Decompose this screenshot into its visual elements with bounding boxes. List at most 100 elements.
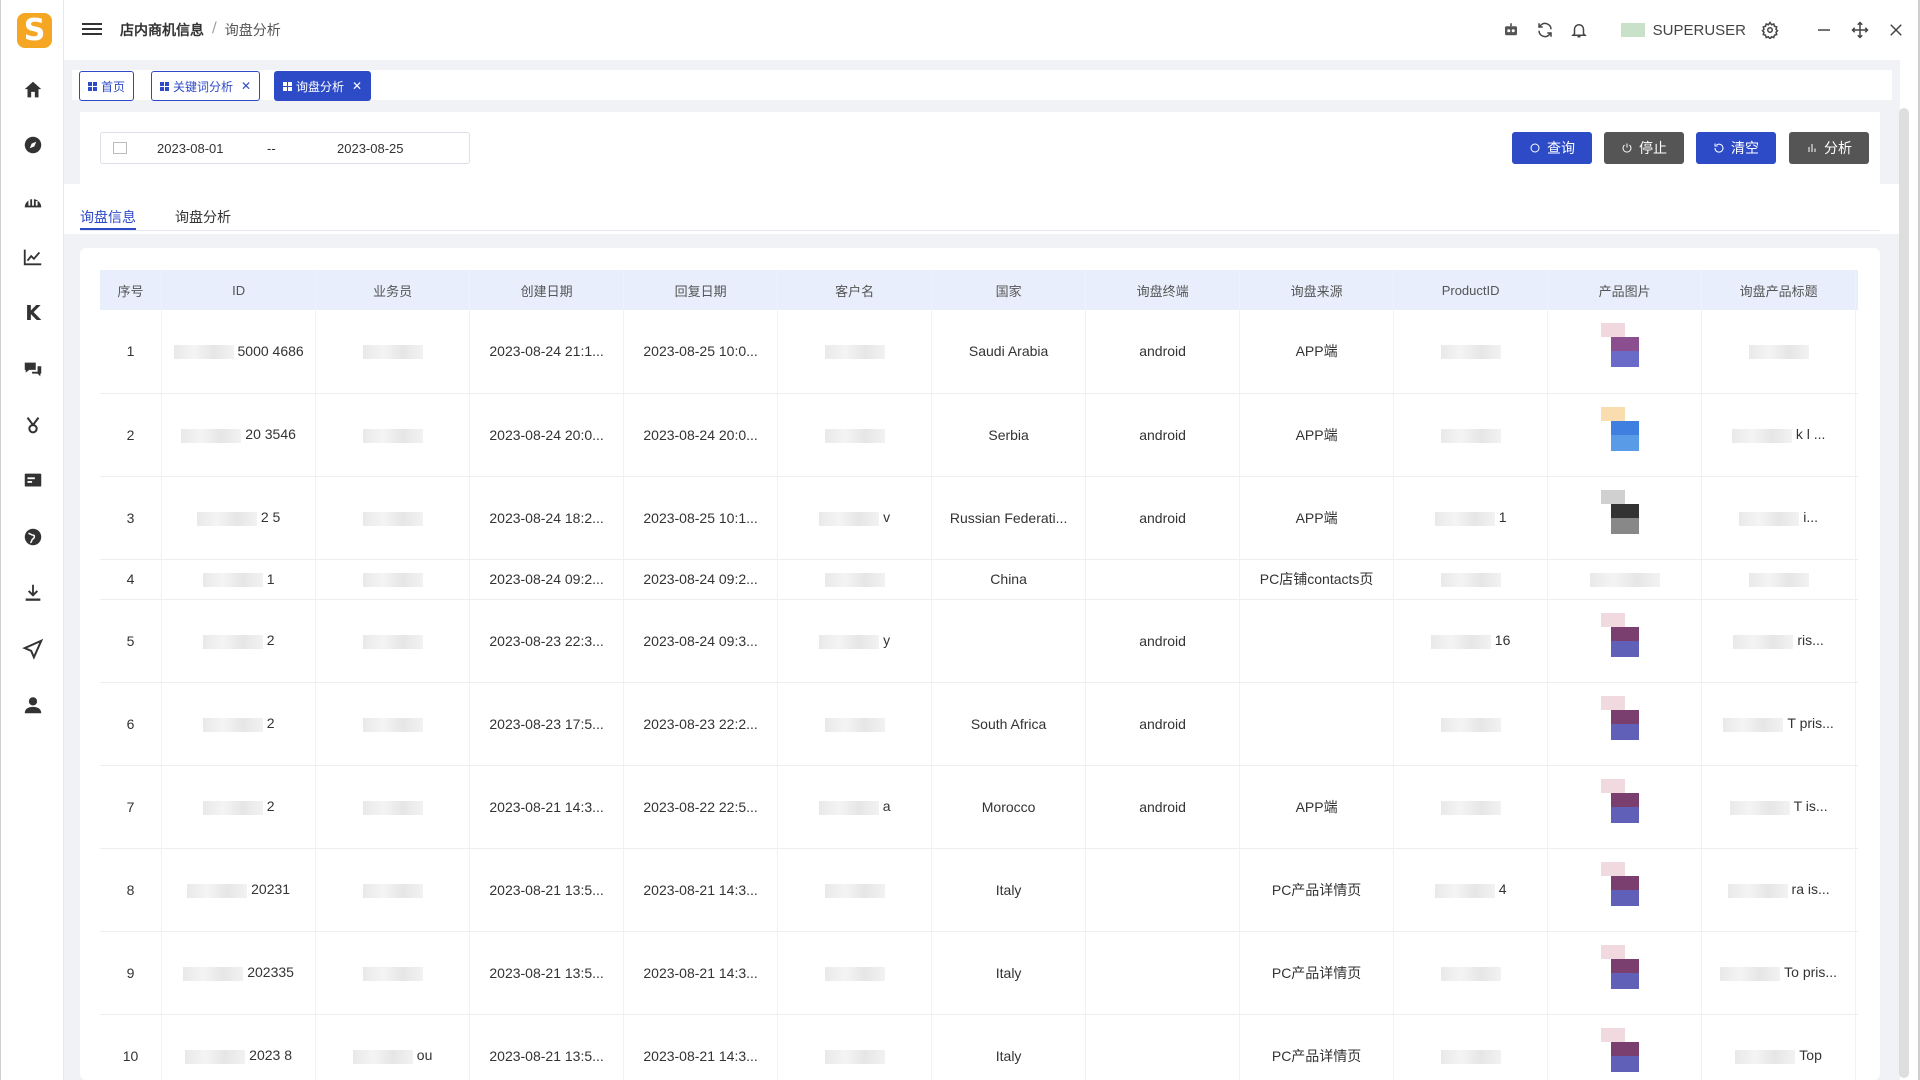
column-header[interactable]: 产品图片: [1547, 270, 1703, 310]
column-header[interactable]: 询盘产品标题: [1701, 270, 1857, 310]
column-header[interactable]: 业务员: [315, 270, 471, 310]
column-header[interactable]: 国家: [931, 270, 1087, 310]
table-cell: android: [1085, 476, 1241, 560]
page-tab-inquiry-analysis[interactable]: 询盘分析 ✕: [274, 71, 372, 101]
cell-text: 2023-08-21 14:3...: [643, 881, 758, 898]
user-icon[interactable]: [19, 691, 47, 719]
redacted-text: [1723, 717, 1784, 732]
redacted-text: [1733, 634, 1794, 649]
date-end[interactable]: 2023-08-25: [337, 141, 404, 156]
product-thumbnail[interactable]: [1600, 1027, 1649, 1080]
table-cell: 2023-08-24 18:2...: [469, 476, 625, 560]
table-row[interactable]: 5 2 2023-08-23 22:3... 2023-08-24 09:3... y a…: [100, 599, 1858, 683]
globe-icon[interactable]: [19, 523, 47, 551]
minimize-icon[interactable]: [1814, 20, 1834, 40]
send-icon[interactable]: [19, 635, 47, 663]
query-button[interactable]: 查询: [1512, 132, 1592, 164]
cell-text: 20 3546: [245, 426, 296, 443]
table-row[interactable]: 1 5000 4686 2023-08-24 21:1... 2023-08-25 1…: [100, 310, 1858, 394]
column-header[interactable]: ProductID: [1393, 270, 1549, 310]
close-icon[interactable]: ✕: [241, 79, 251, 93]
menu-toggle-icon[interactable]: [82, 20, 102, 40]
download-icon[interactable]: [19, 579, 47, 607]
tab-inquiry-info[interactable]: 询盘信息: [80, 207, 136, 227]
product-thumbnail[interactable]: [1600, 489, 1649, 546]
chat-icon[interactable]: [19, 355, 47, 383]
cell-text: PC产品详情页: [1271, 881, 1362, 898]
robot-icon[interactable]: [1501, 20, 1521, 40]
table-cell: 10: [100, 1014, 163, 1080]
gear-icon[interactable]: [1760, 20, 1780, 40]
scissors-icon[interactable]: [19, 411, 47, 439]
table-cell: 4: [100, 559, 163, 600]
column-header[interactable]: 询: [1855, 270, 1858, 310]
column-header[interactable]: 回复日期: [623, 270, 779, 310]
table-row[interactable]: 3 2 5 2023-08-24 18:2... 2023-08-25 10:1...…: [100, 476, 1858, 560]
page-tab-keyword-analysis[interactable]: 关键词分析 ✕: [151, 71, 261, 101]
table-row[interactable]: 6 2 2023-08-23 17:5... 2023-08-23 22:2... So…: [100, 682, 1858, 766]
date-range-picker[interactable]: 2023-08-01 -- 2023-08-25: [100, 132, 470, 164]
product-thumbnail[interactable]: [1600, 944, 1649, 1001]
table-row[interactable]: 2 20 3546 2023-08-24 20:0... 2023-08-24 20:…: [100, 393, 1858, 477]
table-cell: i...: [1701, 476, 1857, 560]
tab-inquiry-analysis[interactable]: 询盘分析: [175, 207, 231, 227]
active-tab-indicator: [80, 228, 136, 230]
chart-line-icon[interactable]: [19, 243, 47, 271]
keyword-icon[interactable]: K: [19, 299, 47, 327]
close-icon[interactable]: ✕: [352, 79, 362, 93]
analyze-button[interactable]: 分析: [1789, 132, 1869, 164]
breadcrumb-item[interactable]: 店内商机信息: [120, 20, 204, 40]
table-cell: T is...: [1701, 765, 1857, 849]
message-box-icon[interactable]: [19, 467, 47, 495]
table-row[interactable]: 4 1 2023-08-24 09:2... 2023-08-24 09:2... Ch…: [100, 559, 1858, 600]
calendar-icon: [113, 142, 127, 154]
page-tab-home[interactable]: 首页: [79, 71, 135, 101]
cell-text: 2023-08-23 22:3...: [489, 632, 604, 649]
page-tab-label: 询盘分析: [296, 79, 345, 94]
product-thumbnail[interactable]: [1600, 778, 1649, 835]
table-cell: [1547, 599, 1703, 683]
close-icon[interactable]: [1886, 20, 1906, 40]
redacted-text: [818, 800, 879, 815]
product-thumbnail[interactable]: [1600, 695, 1649, 752]
bell-icon[interactable]: [1569, 20, 1589, 40]
column-header[interactable]: 序号: [100, 270, 163, 310]
table-cell: [1085, 1014, 1241, 1080]
redacted-text: [173, 345, 234, 360]
column-header[interactable]: 询盘来源: [1239, 270, 1395, 310]
refresh-icon[interactable]: [1535, 20, 1555, 40]
dashboard-icon[interactable]: [19, 187, 47, 215]
column-header[interactable]: ID: [161, 270, 317, 310]
vertical-scrollbar[interactable]: [1899, 108, 1909, 1078]
column-header[interactable]: 创建日期: [469, 270, 625, 310]
cell-text: 7: [126, 798, 135, 815]
move-icon[interactable]: [1850, 20, 1870, 40]
clear-button[interactable]: 清空: [1696, 132, 1776, 164]
cell-text: 2023-08-24 21:1...: [489, 343, 604, 360]
cell-text: T is...: [1793, 798, 1828, 815]
table-row[interactable]: 8 20231 2023-08-21 13:5... 2023-08-21 14:3.…: [100, 848, 1858, 932]
redacted-text: [202, 800, 263, 815]
username[interactable]: SUPERUSER: [1653, 22, 1746, 39]
product-thumbnail[interactable]: [1600, 406, 1649, 463]
product-thumbnail[interactable]: [1600, 323, 1649, 379]
stop-button[interactable]: 停止: [1604, 132, 1684, 164]
table-cell: APP端: [1239, 765, 1395, 849]
product-thumbnail[interactable]: [1600, 861, 1649, 918]
cell-text: 2023-08-25 10:1...: [643, 509, 758, 526]
avatar[interactable]: [1620, 23, 1645, 37]
cell-text: android: [1139, 798, 1186, 815]
table-row[interactable]: 9 202335 2023-08-21 13:5... 2023-08-21 14:3…: [100, 931, 1858, 1015]
cell-text: 1: [126, 343, 135, 360]
cell-text: 2: [266, 715, 275, 732]
table-cell: PC产品详情页: [1239, 931, 1395, 1015]
product-thumbnail[interactable]: [1600, 612, 1649, 669]
home-icon[interactable]: [19, 76, 47, 104]
compass-icon[interactable]: [19, 131, 47, 159]
table-row[interactable]: 7 2 2023-08-21 14:3... 2023-08-22 22:5... a M…: [100, 765, 1858, 849]
date-start[interactable]: 2023-08-01: [157, 141, 267, 156]
column-header[interactable]: 客户名: [777, 270, 933, 310]
cell-text: Top: [1799, 1047, 1822, 1064]
table-row[interactable]: 10 2023 8 ou 2023-08-21 13:5... 2023-08-21 1…: [100, 1014, 1858, 1080]
column-header[interactable]: 询盘终端: [1085, 270, 1241, 310]
